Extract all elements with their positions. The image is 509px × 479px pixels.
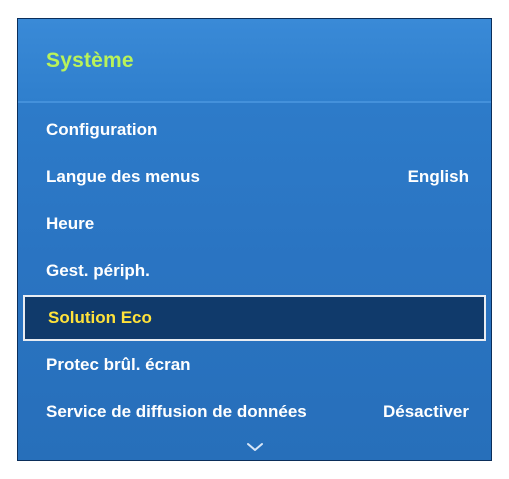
panel-title: Système (46, 49, 134, 72)
menu-item-eco-solution[interactable]: Solution Eco (23, 295, 486, 341)
menu-item-label: Heure (46, 214, 95, 233)
menu-item-value: English (407, 167, 469, 186)
menu-item-label: Solution Eco (48, 308, 152, 327)
menu-item-label: Service de diffusion de données (46, 402, 307, 421)
menu-item-data-service[interactable]: Service de diffusion de données Désactiv… (18, 389, 491, 435)
screen: Système Configuration Langue des menus E… (0, 0, 509, 479)
panel-header: Système (18, 19, 491, 101)
menu-item-label: Gest. périph. (46, 261, 150, 280)
chevron-down-icon-svg (246, 443, 263, 451)
menu-item-menu-language[interactable]: Langue des menus English (18, 154, 491, 200)
chevron-down-icon[interactable] (245, 440, 265, 454)
menu-item-time[interactable]: Heure (18, 201, 491, 247)
menu-item-label: Protec brûl. écran (46, 355, 191, 374)
menu-item-label: Configuration (46, 120, 158, 139)
menu-item-label: Langue des menus (46, 167, 200, 186)
menu-item-device-manager[interactable]: Gest. périph. (18, 248, 491, 294)
system-menu-panel: Système Configuration Langue des menus E… (17, 18, 492, 461)
menu-item-screen-burn-protection[interactable]: Protec brûl. écran (18, 342, 491, 388)
header-divider (18, 101, 491, 103)
menu-item-configuration[interactable]: Configuration (18, 107, 491, 153)
menu-item-value: Désactiver (382, 402, 469, 421)
